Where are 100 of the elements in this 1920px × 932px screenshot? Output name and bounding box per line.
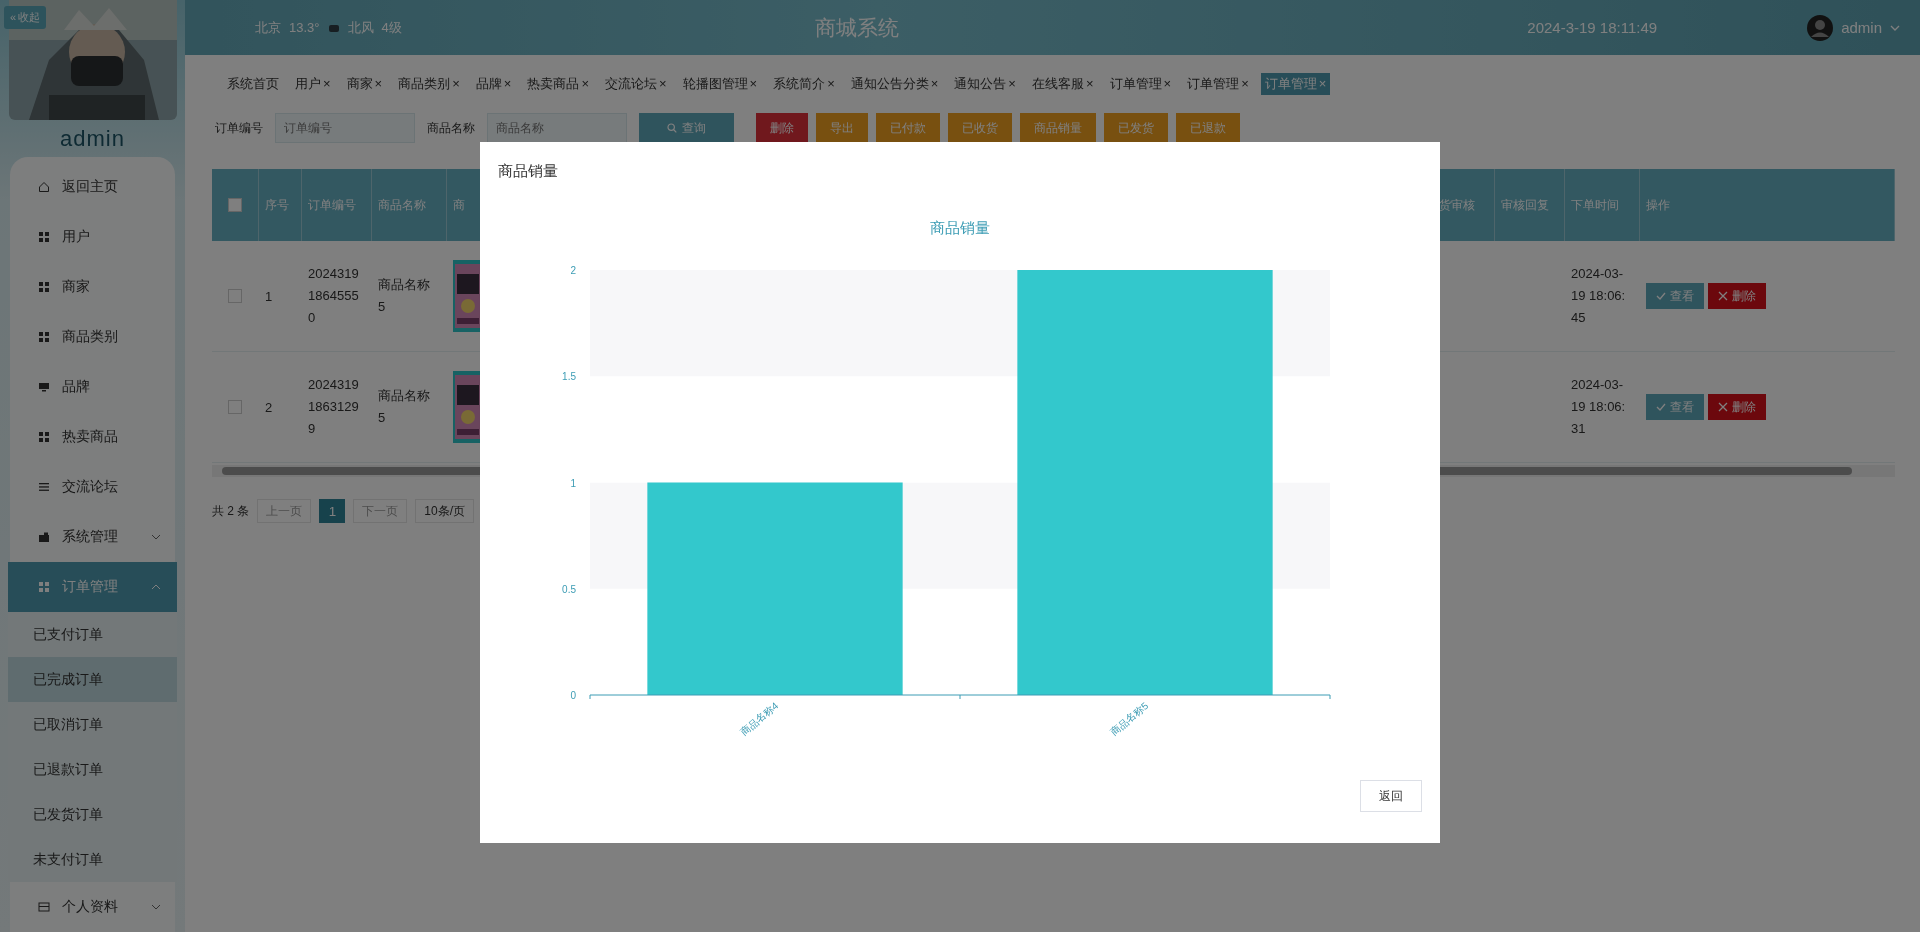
close-icon[interactable]: × bbox=[749, 76, 758, 91]
tab[interactable]: 系统首页 bbox=[223, 73, 283, 95]
return-button[interactable]: 返回 bbox=[1360, 780, 1422, 812]
search-icon bbox=[667, 123, 677, 133]
close-icon bbox=[1718, 291, 1728, 301]
menu-item[interactable]: 系统管理 bbox=[8, 512, 177, 562]
menu-item[interactable]: 商品类别 bbox=[8, 312, 177, 362]
close-icon[interactable]: × bbox=[930, 76, 939, 91]
column-header: 操作 bbox=[1646, 196, 1670, 214]
check-icon bbox=[1656, 291, 1666, 301]
close-icon bbox=[1718, 402, 1728, 412]
tab[interactable]: 热卖商品× bbox=[523, 73, 593, 95]
x-tick-label: 商品名称4 bbox=[738, 700, 781, 738]
menu-item[interactable]: 品牌 bbox=[8, 362, 177, 412]
menu-item[interactable]: 商家 bbox=[8, 262, 177, 312]
close-icon[interactable]: × bbox=[452, 76, 460, 91]
tab[interactable]: 商品类别× bbox=[394, 73, 464, 95]
chart-title: 商品销量 bbox=[930, 219, 990, 236]
checkbox[interactable] bbox=[228, 198, 242, 212]
menu-item[interactable]: 个人资料 bbox=[8, 882, 177, 932]
grid-icon bbox=[38, 231, 50, 243]
column-header: 商品名称 bbox=[378, 196, 426, 214]
menu-item[interactable]: 热卖商品 bbox=[8, 412, 177, 462]
tab[interactable]: 订单管理× bbox=[1105, 73, 1176, 95]
monitor-icon bbox=[38, 381, 50, 393]
close-icon[interactable]: × bbox=[581, 76, 589, 91]
close-icon[interactable]: × bbox=[1085, 76, 1094, 91]
y-tick-label: 0 bbox=[570, 690, 576, 701]
column-header: 下单时间 bbox=[1571, 196, 1619, 214]
submenu-item[interactable]: 已完成订单 bbox=[8, 657, 177, 702]
grid-icon bbox=[38, 431, 50, 443]
submenu-item[interactable]: 已取消订单 bbox=[8, 702, 177, 747]
grid-icon bbox=[38, 331, 50, 343]
column-header: 审核回复 bbox=[1501, 196, 1549, 214]
tab[interactable]: 通知公告分类× bbox=[846, 73, 943, 95]
submenu-item[interactable]: 已支付订单 bbox=[8, 612, 177, 657]
tab[interactable]: 订单管理× bbox=[1260, 73, 1331, 95]
check-icon bbox=[1656, 402, 1666, 412]
close-icon[interactable]: × bbox=[323, 76, 331, 91]
submenu-item[interactable]: 未支付订单 bbox=[8, 837, 177, 882]
checkbox[interactable] bbox=[228, 289, 242, 303]
table-cell-text: 商品名称5 bbox=[378, 276, 431, 316]
tab[interactable]: 订单管理× bbox=[1183, 73, 1253, 95]
tab[interactable]: 在线客服× bbox=[1027, 73, 1098, 95]
briefcase-icon bbox=[38, 531, 50, 543]
tab[interactable]: 通知公告× bbox=[950, 73, 1020, 95]
close-icon[interactable]: × bbox=[503, 76, 512, 91]
wind-direction: 北风 bbox=[347, 18, 374, 37]
y-tick-label: 2 bbox=[570, 265, 576, 276]
grid-icon bbox=[38, 581, 50, 593]
page-button[interactable]: 1 bbox=[319, 499, 346, 523]
tab[interactable]: 系统简介× bbox=[769, 73, 839, 95]
x-tick-label: 商品名称5 bbox=[1108, 700, 1151, 738]
close-icon[interactable]: × bbox=[1163, 76, 1172, 91]
toolbar-button[interactable]: 删除 bbox=[756, 113, 808, 143]
close-icon[interactable]: × bbox=[1008, 76, 1016, 91]
close-icon[interactable]: × bbox=[1318, 76, 1327, 91]
column-header: 商 bbox=[453, 196, 465, 214]
total-count: 共 2 条 bbox=[212, 502, 250, 520]
tab[interactable]: 轮播图管理× bbox=[678, 73, 762, 95]
sidebar-username: admin bbox=[60, 126, 125, 152]
card-icon bbox=[38, 901, 50, 913]
page-size-select[interactable]: 10条/页 bbox=[415, 499, 475, 523]
tab[interactable]: 用户× bbox=[291, 73, 335, 95]
table-cell-text: 2024-03-19 18:06:45 bbox=[1571, 265, 1627, 327]
delete-button[interactable]: 删除 bbox=[1708, 283, 1766, 309]
field-label: 商品名称 bbox=[427, 119, 475, 137]
y-tick-label: 1.5 bbox=[562, 371, 576, 383]
delete-button[interactable]: 删除 bbox=[1708, 394, 1766, 420]
home-icon bbox=[38, 181, 50, 193]
grid-icon bbox=[38, 281, 50, 293]
y-tick-label: 1 bbox=[570, 477, 576, 489]
search-field[interactable]: 商品名称 bbox=[487, 113, 627, 143]
table-cell: 1 bbox=[265, 288, 273, 304]
tab[interactable]: 商家× bbox=[342, 73, 387, 95]
column-header: 序号 bbox=[265, 196, 289, 214]
tab[interactable]: 品牌× bbox=[471, 73, 516, 95]
menu-item[interactable]: 订单管理 bbox=[8, 562, 177, 612]
cloud-icon bbox=[327, 22, 340, 33]
table-cell-text: 202431918631299 bbox=[308, 376, 360, 438]
caret-icon[interactable] bbox=[1890, 24, 1900, 31]
close-icon[interactable]: × bbox=[827, 76, 835, 91]
avatar-icon[interactable] bbox=[1807, 14, 1834, 41]
collapse-button[interactable]: « 收起 bbox=[4, 6, 47, 29]
menu-item[interactable]: 返回主页 bbox=[8, 162, 177, 212]
list-icon bbox=[38, 481, 50, 493]
submenu-item[interactable]: 已退款订单 bbox=[8, 747, 177, 792]
search-field[interactable]: 订单编号 bbox=[275, 113, 415, 143]
close-icon[interactable]: × bbox=[374, 76, 383, 91]
checkbox[interactable] bbox=[228, 400, 242, 414]
menu-item[interactable]: 用户 bbox=[8, 212, 177, 262]
close-icon[interactable]: × bbox=[658, 76, 667, 91]
table-cell-text: 商品名称5 bbox=[378, 387, 431, 427]
menu-item[interactable]: 交流论坛 bbox=[8, 462, 177, 512]
close-icon[interactable]: × bbox=[1241, 76, 1249, 91]
table-cell: 2 bbox=[265, 399, 273, 415]
wind-level: 4级 bbox=[381, 18, 402, 37]
tab[interactable]: 交流论坛× bbox=[600, 73, 671, 95]
table-cell-text: 202431918645550 bbox=[308, 265, 360, 327]
submenu-item[interactable]: 已发货订单 bbox=[8, 792, 177, 837]
